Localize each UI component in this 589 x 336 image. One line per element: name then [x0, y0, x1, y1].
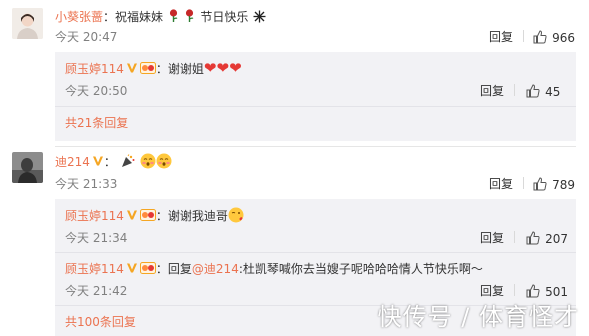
verified-v-icon: [126, 59, 138, 73]
comment-time: 今天 20:47: [55, 30, 118, 44]
reply-time: 今天 20:50: [65, 84, 128, 98]
verified-v-icon: [126, 206, 138, 220]
mention-link[interactable]: @迪214: [192, 262, 239, 276]
comment-author[interactable]: 迪214: [55, 155, 90, 169]
verified-v-icon: [126, 259, 138, 273]
reply-line: 顾玉婷114 ：回复@迪214:杜凯琴喊你去当嫂子呢哈哈哈情人节快乐啊～: [65, 258, 483, 277]
divider: [55, 146, 576, 147]
divider: [514, 284, 515, 296]
comment-text: ：祝福妹妹: [103, 10, 164, 24]
divider: [523, 30, 524, 42]
watermark: 快传号 / 体育怪才: [377, 303, 579, 331]
level-badge-icon: [139, 259, 156, 274]
reply-text: ：谢谢我迪哥: [155, 209, 228, 223]
party-popper-icon: [121, 151, 135, 170]
level-badge-icon: [139, 206, 156, 221]
reply-text: ：谢谢姐: [155, 62, 204, 76]
level-badge-icon: [139, 59, 156, 74]
comment-line: 小葵张蔷：祝福妹妹 节日快乐: [55, 6, 266, 25]
comment-author[interactable]: 小葵张蔷: [55, 10, 103, 24]
thumbs-up-icon: [526, 228, 540, 247]
divider: [514, 84, 515, 96]
reply-author[interactable]: 顾玉婷114: [65, 262, 124, 276]
like-button[interactable]: 45: [526, 81, 560, 100]
more-replies-link[interactable]: 共100条回复: [65, 313, 136, 330]
reply-button[interactable]: 回复: [480, 229, 504, 246]
reply-button[interactable]: 回复: [489, 28, 513, 45]
comment-line: 迪214 ：: [55, 151, 172, 170]
thumbs-up-icon: [526, 81, 540, 100]
reply-time: 今天 21:42: [65, 284, 128, 298]
firework-icon: [253, 6, 266, 25]
like-count: 966: [552, 31, 575, 45]
rose-icon: [184, 6, 200, 25]
like-count: 207: [545, 232, 568, 246]
heart-icon: ❤: [203, 59, 217, 77]
divider: [523, 177, 524, 189]
reply-text-suffix: :杜凯琴喊你去当嫂子呢哈哈哈情人节快乐啊～: [238, 262, 483, 276]
heart-icon: ❤: [229, 59, 242, 77]
avatar[interactable]: [12, 8, 43, 39]
reply-line: 顾玉婷114 ：谢谢我迪哥: [65, 205, 244, 224]
reply-line: 顾玉婷114 ：谢谢姐❤❤❤: [65, 58, 242, 77]
like-count: 789: [552, 178, 575, 192]
blush-emoji-icon: [140, 151, 156, 170]
like-count: 45: [545, 85, 561, 99]
kiss-emoji-icon: [228, 205, 244, 224]
avatar[interactable]: [12, 152, 43, 183]
blush-emoji-icon: [156, 151, 172, 170]
rose-icon: [168, 6, 184, 25]
reply-author[interactable]: 顾玉婷114: [65, 62, 124, 76]
reply-author[interactable]: 顾玉婷114: [65, 209, 124, 223]
heart-icon: ❤: [216, 59, 230, 77]
thumbs-up-icon: [533, 27, 547, 46]
reply-button[interactable]: 回复: [480, 82, 504, 99]
comment-text: ：: [103, 155, 116, 169]
divider: [55, 252, 576, 253]
divider: [514, 231, 515, 243]
more-replies-link[interactable]: 共21条回复: [65, 114, 128, 131]
reply-button[interactable]: 回复: [489, 175, 513, 192]
like-button[interactable]: 207: [526, 228, 568, 247]
comment-time: 今天 21:33: [55, 177, 118, 191]
reply-time: 今天 21:34: [65, 231, 128, 245]
like-button[interactable]: 966: [533, 27, 575, 46]
divider: [55, 106, 576, 107]
thumbs-up-icon: [533, 174, 547, 193]
comment-text-suffix: 节日快乐: [200, 10, 249, 24]
verified-v-icon: [92, 152, 104, 166]
reply-text: ：回复: [155, 262, 192, 276]
like-button[interactable]: 789: [533, 174, 575, 193]
